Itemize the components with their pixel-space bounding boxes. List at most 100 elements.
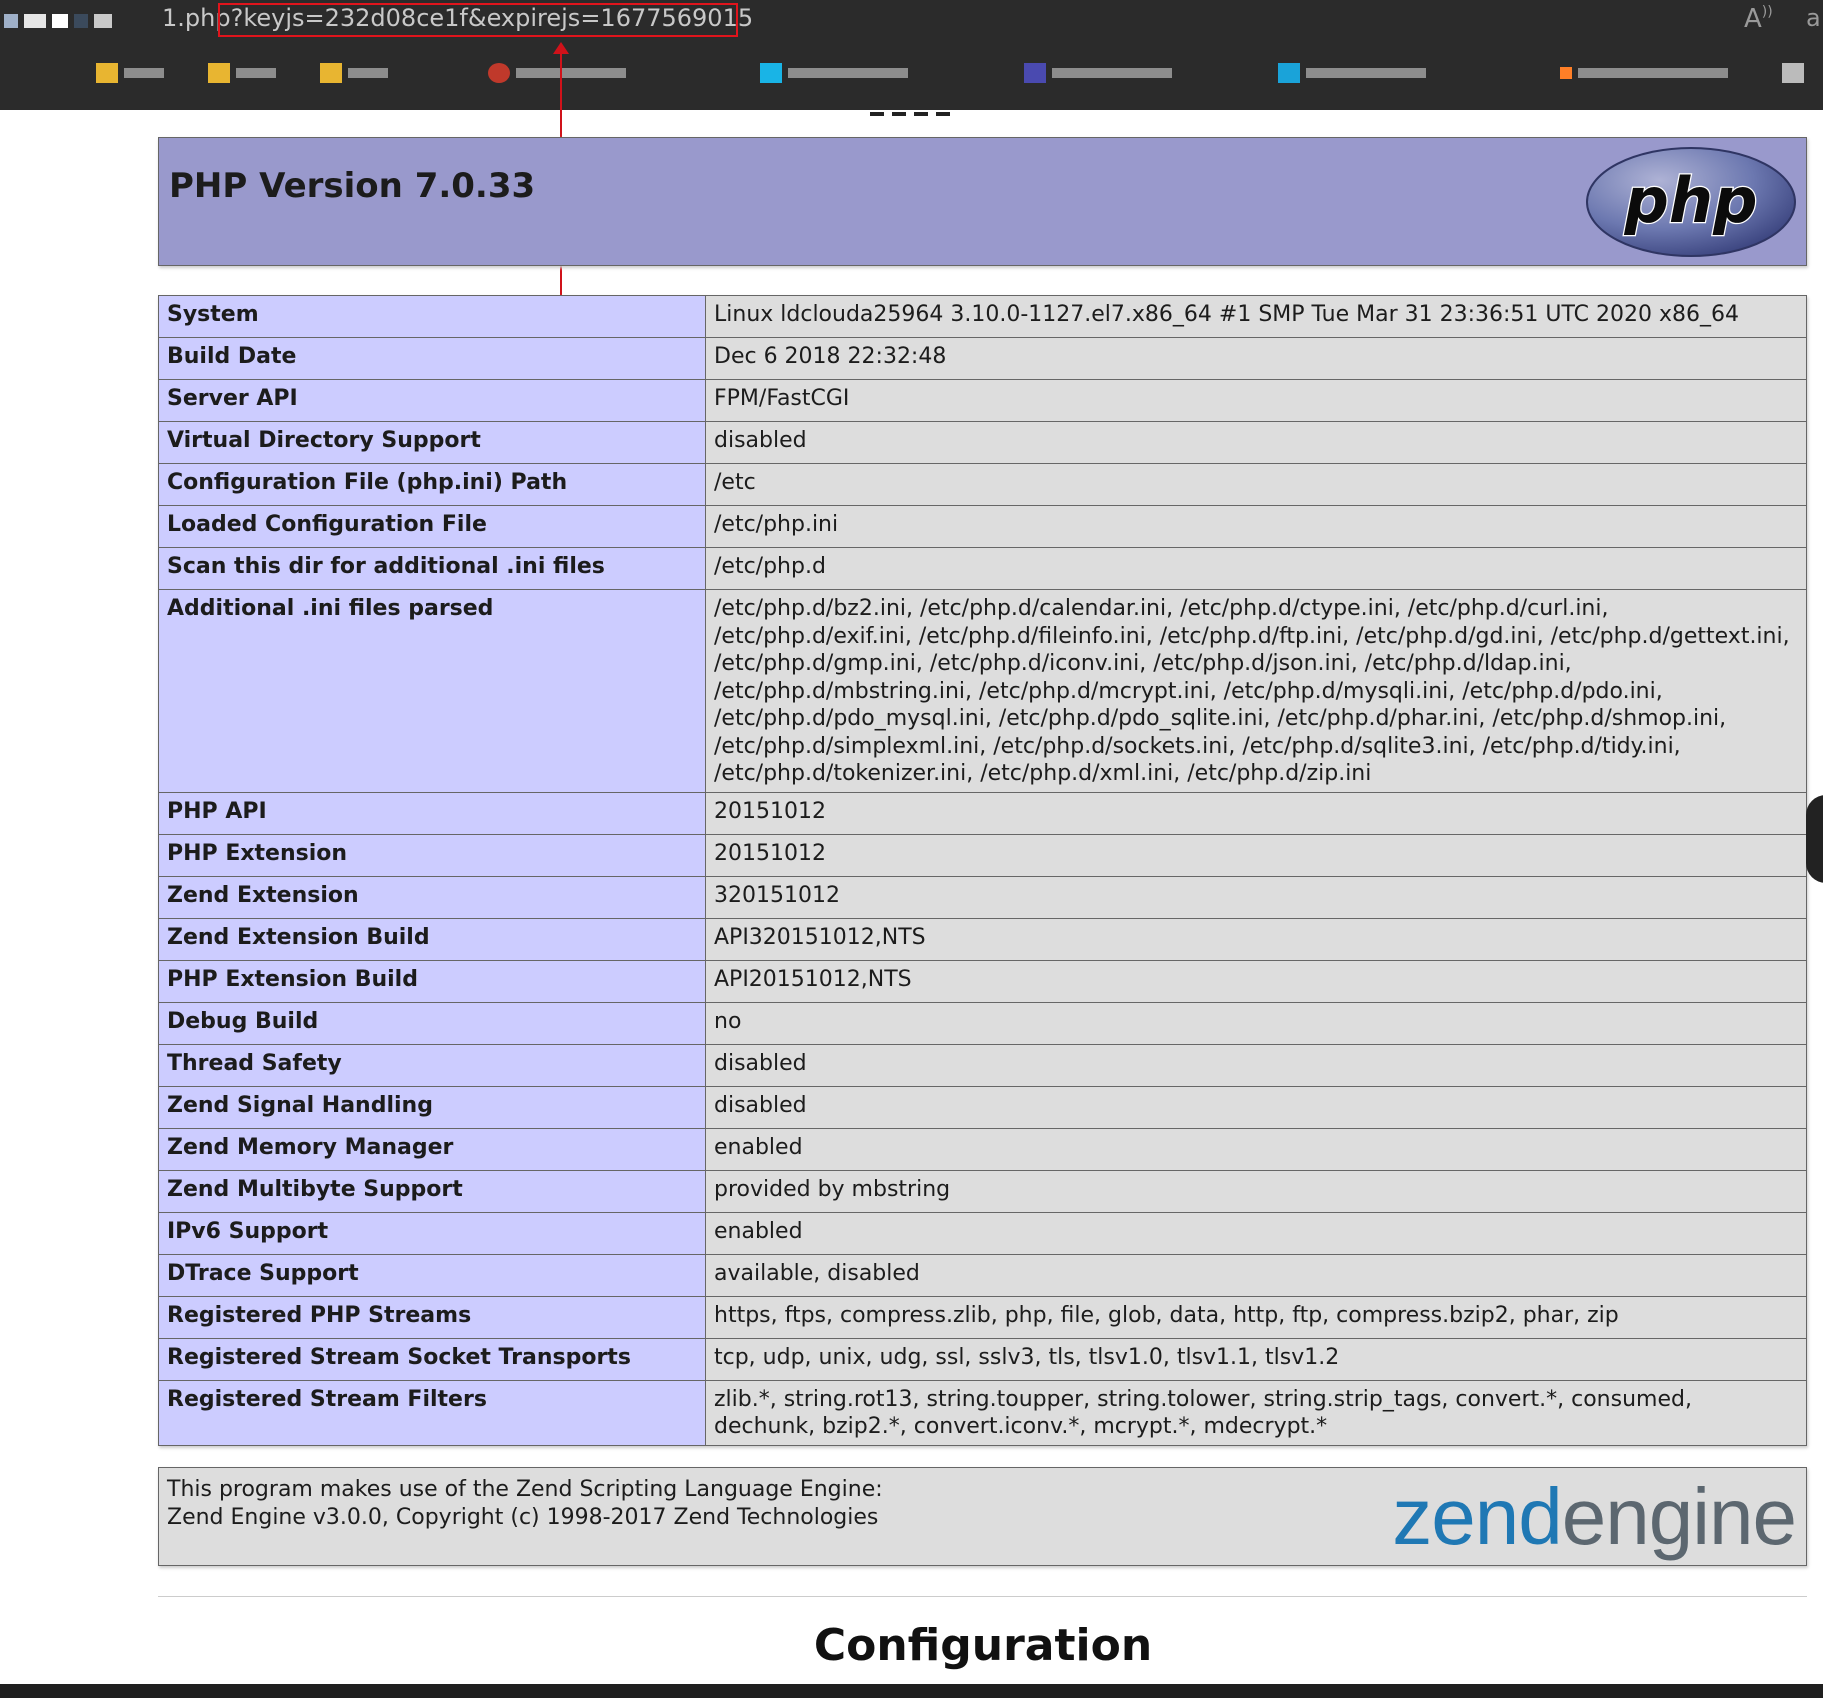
read-aloud-icon[interactable]: A)) xyxy=(1744,4,1773,34)
bookmark-item[interactable] xyxy=(488,63,626,83)
row-key: PHP Extension Build xyxy=(158,959,706,1003)
tab-icons xyxy=(4,10,112,32)
table-row: Thread Safety disabled xyxy=(158,1043,1807,1087)
row-value: zlib.*, string.rot13, string.toupper, st… xyxy=(705,1379,1807,1446)
row-key: DTrace Support xyxy=(158,1253,706,1297)
row-key: Debug Build xyxy=(158,1001,706,1045)
table-row: Zend Multibyte Support provided by mbstri… xyxy=(158,1169,1807,1213)
row-key: Scan this dir for additional .ini files xyxy=(158,547,706,590)
bookmark-popup-hint xyxy=(868,110,958,118)
row-value: https, ftps, compress.zlib, php, file, g… xyxy=(705,1295,1807,1339)
row-value: 20151012 xyxy=(705,833,1807,877)
table-row: PHP API 20151012 xyxy=(158,791,1807,835)
table-row: IPv6 Support enabled xyxy=(158,1211,1807,1255)
bookmark-label-redacted xyxy=(1306,68,1426,78)
row-value: FPM/FastCGI xyxy=(705,379,1807,422)
folder-icon xyxy=(320,63,342,83)
bookmark-label-redacted xyxy=(516,68,626,78)
bookmark-item[interactable] xyxy=(1024,63,1172,83)
table-row: Virtual Directory Support disabled xyxy=(158,421,1807,464)
side-panel-button[interactable] xyxy=(1806,795,1823,883)
table-row: Scan this dir for additional .ini files /… xyxy=(158,547,1807,590)
row-value: disabled xyxy=(705,421,1807,464)
table-row: Additional .ini files parsed/etc/php.d/b… xyxy=(158,589,1807,793)
row-key: PHP Extension xyxy=(158,833,706,877)
bookmark-item[interactable] xyxy=(1278,63,1426,83)
section-heading: Configuration xyxy=(813,1620,1153,1671)
row-key: IPv6 Support xyxy=(158,1211,706,1255)
table-row: Registered PHP Streams https, ftps, compr… xyxy=(158,1295,1807,1339)
table-row: Zend Extension 320151012 xyxy=(158,875,1807,919)
row-value: tcp, udp, unix, udg, ssl, sslv3, tls, tl… xyxy=(705,1337,1807,1381)
row-value: 20151012 xyxy=(705,791,1807,835)
row-value: /etc xyxy=(705,463,1807,506)
row-key: Loaded Configuration File xyxy=(158,505,706,548)
other-bookmarks[interactable] xyxy=(1782,63,1804,83)
row-key: Virtual Directory Support xyxy=(158,421,706,464)
row-key: Registered PHP Streams xyxy=(158,1295,706,1339)
row-value: no xyxy=(705,1001,1807,1045)
table-row: Registered Stream Socket Transports tcp, … xyxy=(158,1337,1807,1381)
row-value: enabled xyxy=(705,1127,1807,1171)
table-row: PHP Extension 20151012 xyxy=(158,833,1807,877)
folder-icon xyxy=(96,63,118,83)
row-key: Additional .ini files parsed xyxy=(158,589,706,793)
table-row: DTrace Support available, disabled xyxy=(158,1253,1807,1297)
zend-credit-line-2: Zend Engine v3.0.0, Copyright (c) 1998-2… xyxy=(167,1505,879,1530)
table-row: Loaded Configuration File/etc/php.ini xyxy=(158,505,1807,548)
row-key: Thread Safety xyxy=(158,1043,706,1087)
zend-credits: This program makes use of the Zend Scrip… xyxy=(167,1476,883,1532)
row-value: Dec 6 2018 22:32:48 xyxy=(705,337,1807,380)
row-value: disabled xyxy=(705,1085,1807,1129)
profile-icon[interactable]: a xyxy=(1806,4,1821,32)
row-value: disabled xyxy=(705,1043,1807,1087)
row-key: System xyxy=(158,295,706,338)
row-key: Zend Extension Build xyxy=(158,917,706,961)
table-row: Zend Signal Handling disabled xyxy=(158,1085,1807,1129)
row-key: Configuration File (php.ini) Path xyxy=(158,463,706,506)
tab-icon xyxy=(24,14,46,28)
bookmark-label-redacted xyxy=(1052,68,1172,78)
table-row: Registered Stream Filters zlib.*, string.… xyxy=(158,1379,1807,1446)
bookmark-item[interactable] xyxy=(1560,64,1728,82)
php-logo: php xyxy=(1586,147,1796,257)
page-title: PHP Version 7.0.33 xyxy=(169,166,536,206)
bookmark-label-redacted xyxy=(788,68,908,78)
row-value: API320151012,NTS xyxy=(705,917,1807,961)
bookmark-folder[interactable] xyxy=(208,63,276,83)
table-row: Debug Build no xyxy=(158,1001,1807,1045)
row-value: /etc/php.d/bz2.ini, /etc/php.d/calendar.… xyxy=(705,589,1807,793)
row-value: 320151012 xyxy=(705,875,1807,919)
url-highlight-box xyxy=(218,3,738,37)
row-value: /etc/php.d xyxy=(705,547,1807,590)
table-row: System Linux ldclouda25964 3.10.0-1127.el… xyxy=(158,295,1807,338)
bookmark-item[interactable] xyxy=(760,63,908,83)
php-logo-text: php xyxy=(1624,164,1758,237)
tab-icon xyxy=(94,14,112,28)
table-row: Zend Extension Build API320151012,NTS xyxy=(158,917,1807,961)
zend-engine-box: This program makes use of the Zend Scrip… xyxy=(158,1467,1807,1566)
bookmark-folder[interactable] xyxy=(96,63,164,83)
bookmark-icon xyxy=(1560,67,1572,79)
row-value: /etc/php.ini xyxy=(705,505,1807,548)
zend-credit-line-1: This program makes use of the Zend Scrip… xyxy=(167,1477,883,1502)
table-row: Server API FPM/FastCGI xyxy=(158,379,1807,422)
bookmark-icon xyxy=(1024,63,1046,83)
info-table: System Linux ldclouda25964 3.10.0-1127.el… xyxy=(158,295,1807,1446)
table-row: PHP Extension Build API20151012,NTS xyxy=(158,959,1807,1003)
phpinfo-header: PHP Version 7.0.33 php xyxy=(158,137,1807,266)
bookmarks-bar xyxy=(0,44,1823,110)
row-key: Zend Signal Handling xyxy=(158,1085,706,1129)
row-key: Build Date xyxy=(158,337,706,380)
zend-logo-part1: zend xyxy=(1392,1472,1562,1561)
row-key: Zend Memory Manager xyxy=(158,1127,706,1171)
bookmark-icon xyxy=(1278,63,1300,83)
section-divider xyxy=(158,1596,1807,1597)
row-value: enabled xyxy=(705,1211,1807,1255)
table-row: Zend Memory Manager enabled xyxy=(158,1127,1807,1171)
address-bar[interactable]: 1.php?keyjs=232d08ce1f&expirejs=16775690… xyxy=(0,0,1823,44)
bookmark-folder[interactable] xyxy=(320,63,388,83)
zend-logo-part2: engine xyxy=(1561,1472,1797,1561)
row-value: API20151012,NTS xyxy=(705,959,1807,1003)
tab-icon xyxy=(74,14,88,28)
